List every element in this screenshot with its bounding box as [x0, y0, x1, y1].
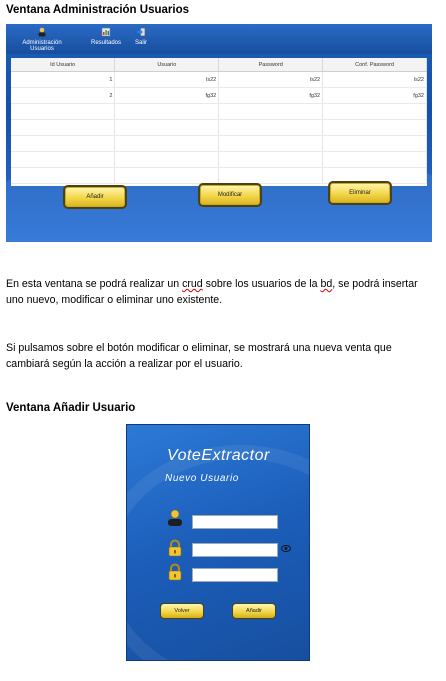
username-field[interactable]	[192, 515, 278, 529]
toolbar-item-results[interactable]: Resultados	[86, 27, 126, 46]
lock-icon	[168, 539, 182, 557]
add-user-button[interactable]: Añadir	[232, 603, 276, 619]
table-row-empty	[11, 151, 427, 168]
toolbar-item-admin-users[interactable]: Administración Usuarios	[10, 27, 74, 52]
lock-icon	[168, 563, 182, 581]
heading-add-user-window: Ventana Añadir Usuario	[6, 402, 136, 414]
table-row-empty	[11, 119, 427, 136]
add-user-window-screenshot: VoteExtractor Nuevo Usuario Volver Añadi…	[126, 424, 310, 661]
user-icon	[168, 509, 182, 526]
delete-button[interactable]: Eliminar	[328, 181, 392, 205]
window-subtitle: Nuevo Usuario	[165, 473, 239, 484]
eye-icon[interactable]	[281, 545, 291, 552]
toolbar-label: Resultados	[90, 40, 122, 46]
cell-user[interactable]: fg32	[114, 87, 220, 104]
back-button[interactable]: Volver	[160, 603, 204, 619]
paragraph-modify-delete: Si pulsamos sobre el botón modificar o e…	[6, 342, 392, 370]
password-field[interactable]	[192, 543, 278, 557]
toolbar-item-exit[interactable]: Salir	[130, 27, 152, 46]
cell-id[interactable]: 1	[11, 71, 116, 88]
user-admin-icon	[38, 27, 46, 37]
toolbar: Administración Usuarios Resultados Salir	[6, 24, 432, 54]
app-title: VoteExtractor	[167, 447, 270, 464]
cell-user[interactable]: ls22	[114, 71, 220, 88]
cell-conf-password[interactable]: ls22	[322, 71, 427, 88]
modify-button[interactable]: Modificar	[198, 183, 262, 207]
table-row[interactable]: 2 fg32 fg32 fg32	[11, 87, 427, 104]
toolbar-label: Salir	[134, 40, 147, 46]
column-header-conf-password[interactable]: Conf. Password	[322, 58, 427, 72]
admin-window-screenshot: Administración Usuarios Resultados Salir…	[6, 24, 432, 242]
cell-password[interactable]: ls22	[218, 71, 324, 88]
confirm-password-field[interactable]	[192, 568, 278, 582]
results-icon	[101, 27, 111, 37]
cell-id[interactable]: 2	[11, 87, 116, 104]
add-button[interactable]: Añadir	[63, 185, 127, 209]
table-row[interactable]: 1 ls22 ls22 ls22	[11, 71, 427, 88]
table-row-empty	[11, 103, 427, 120]
column-header-password[interactable]: Password	[218, 58, 324, 72]
table-row-empty	[11, 135, 427, 152]
paragraph-crud: En esta ventana se podrá realizar un cru…	[6, 278, 418, 306]
column-header-id[interactable]: Id Usuario	[11, 58, 116, 72]
heading-admin-window: Ventana Administración Usuarios	[6, 4, 189, 16]
exit-icon	[137, 27, 146, 37]
users-table: Id Usuario Usuario Password Conf. Passwo…	[11, 58, 427, 186]
cell-password[interactable]: fg32	[218, 87, 324, 104]
toolbar-label: Administración Usuarios	[22, 40, 62, 52]
cell-conf-password[interactable]: fg32	[322, 87, 427, 104]
column-header-user[interactable]: Usuario	[114, 58, 220, 72]
